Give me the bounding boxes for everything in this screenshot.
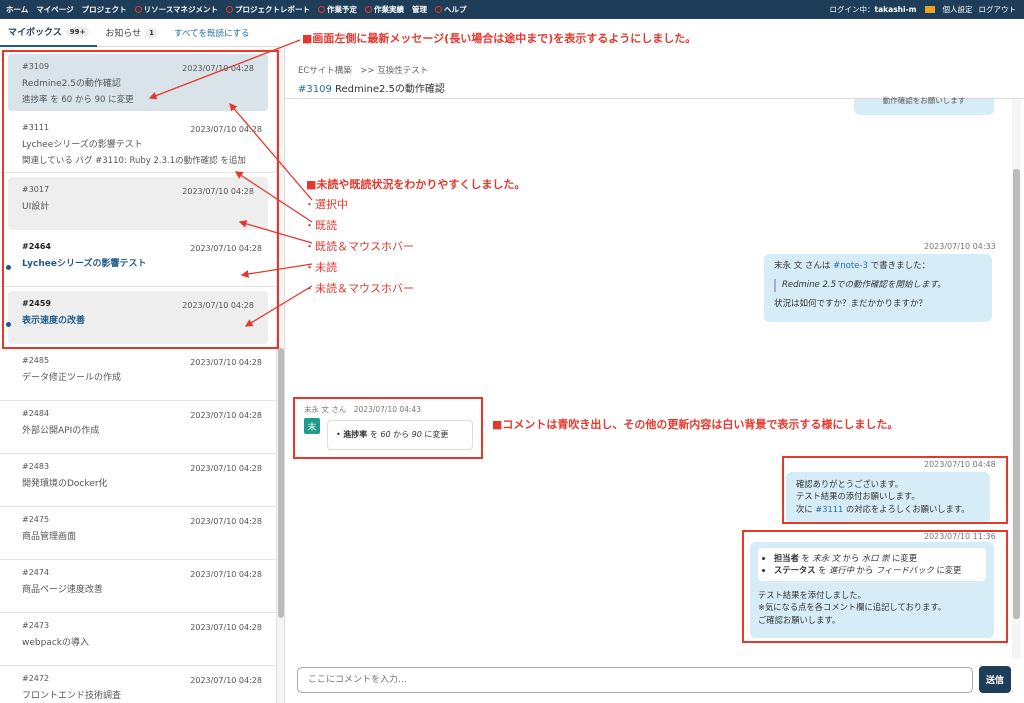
top-menu-bar: ホーム マイページ プロジェクト リソースマネジメント プロジェクトレポート 作… [0, 0, 1024, 19]
comment-input[interactable] [297, 667, 973, 693]
annotation-bullet: ・ [304, 240, 315, 253]
annotation-label-text: 既読＆マウスホバー [315, 240, 414, 253]
tab-notice-label: お知らせ [105, 29, 142, 39]
mark-all-read-link[interactable]: すべてを既読にする [166, 19, 257, 47]
comment-bubble: 末永 文 さんは #note-3 で書きました： Redmine 2.5での動作… [764, 254, 992, 322]
message-date: 2023/07/10 04:28 [190, 411, 262, 420]
comment-text: で書きました： [870, 261, 931, 271]
plugin-icon [134, 6, 142, 13]
annotation-text: ■コメントは青吹き出し、その他の更新内容は白い背景で表示する様にしました。 [492, 418, 899, 431]
list-item[interactable]: #2485 2023/07/10 04:28 データ修正ツールの作成 [0, 348, 276, 401]
tab-mailbox[interactable]: マイボックス 99+ [0, 19, 98, 47]
message-subject: 商品ページ速度改善 [22, 585, 103, 595]
annotation-label: ・選択中 [304, 196, 348, 212]
nav-help[interactable]: ヘルプ [435, 4, 467, 15]
annotation-label: ・既読＆マウスホバー [304, 238, 414, 254]
thread-scrollbar-thumb[interactable] [1013, 169, 1020, 619]
annotation-bullet: ・ [304, 282, 315, 295]
breadcrumb[interactable]: ECサイト構築 >> 互換性テスト [298, 64, 428, 76]
message-date: 2023/07/10 04:28 [190, 570, 262, 579]
annotation-label: ・未読 [304, 259, 337, 275]
message-date: 2023/07/10 04:28 [190, 517, 262, 526]
mail-icon[interactable] [924, 6, 935, 13]
annotation-label: ・未読＆マウスホバー [304, 280, 414, 296]
nav-home[interactable]: ホーム [6, 4, 28, 15]
annotation-label-text: 未読＆マウスホバー [315, 282, 414, 295]
nav-schedule[interactable]: 作業予定 [318, 4, 357, 15]
nav-resource-label: リソースマネジメント [143, 5, 219, 14]
nav-schedule-label: 作業予定 [327, 5, 358, 14]
annotation-bullet: ・ [304, 261, 315, 274]
list-item[interactable]: #2474 2023/07/10 04:28 商品ページ速度改善 [0, 560, 276, 613]
issue-number-link[interactable]: #3109 [298, 84, 332, 95]
annotation-bullet: ・ [304, 219, 315, 232]
nav-resource[interactable]: リソースマネジメント [134, 4, 219, 15]
login-user[interactable]: takashi-m [875, 5, 917, 14]
page-title: #3109 Redmine2.5の動作確認 [298, 80, 445, 95]
comment-quote: Redmine 2.5での動作確認を開始します。 [774, 278, 982, 292]
comment-timestamp: 2023/07/10 04:33 [924, 242, 996, 251]
comment-line: 末永 文 さんは #note-3 で書きました： [774, 260, 982, 273]
note-link[interactable]: #note-3 [833, 261, 868, 271]
nav-settings[interactable]: 個人設定 [943, 4, 973, 15]
mailbox-tabs: マイボックス 99+ お知らせ 1 すべてを既読にする [0, 19, 280, 47]
message-date: 2023/07/10 04:28 [190, 358, 262, 367]
plugin-icon [435, 6, 443, 13]
annotation-text: ■画面左側に最新メッセージ(長い場合は途中まで)を表示するようにしました。 [302, 32, 697, 45]
message-subject: フロントエンド技術調査 [22, 691, 122, 701]
panel-divider [284, 48, 285, 703]
tab-mailbox-label: マイボックス [8, 28, 62, 38]
notice-count-badge: 1 [145, 27, 159, 38]
annotation-label-text: 既読 [315, 219, 337, 232]
login-status: ログイン中：takashi-m [830, 4, 917, 15]
issue-title-text: Redmine2.5の動作確認 [335, 84, 445, 95]
nav-report-label: プロジェクトレポート [235, 5, 311, 14]
list-item[interactable]: #2475 2023/07/10 04:28 商品管理画面 [0, 507, 276, 560]
comment-bubble: 動作確認をお願いします [854, 96, 994, 115]
nav-logout[interactable]: ログアウト [979, 4, 1017, 15]
thread-scrollbar[interactable] [1012, 99, 1021, 659]
list-item[interactable]: #2483 2023/07/10 04:28 開発環境のDocker化 [0, 454, 276, 507]
annotation-frame [742, 530, 1008, 643]
annotation-bullet: ・ [304, 198, 315, 211]
message-date: 2023/07/10 04:28 [190, 464, 262, 473]
annotation-label-text: 未読 [315, 261, 337, 274]
annotation-frame [782, 456, 1008, 524]
login-label: ログイン中： [829, 5, 875, 14]
nav-actual-label: 作業実績 [374, 5, 405, 14]
message-date: 2023/07/10 04:28 [190, 676, 262, 685]
message-subject: 商品管理画面 [22, 532, 77, 542]
comment-text: 末永 文 さんは [774, 261, 831, 271]
plugin-icon [365, 6, 373, 13]
message-subject: webpackの導入 [22, 638, 89, 648]
tab-notice[interactable]: お知らせ 1 [97, 19, 166, 47]
mailbox-count-badge: 99+ [65, 26, 90, 37]
message-subject: データ修正ツールの作成 [22, 373, 122, 383]
annotation-label-text: 選択中 [315, 198, 348, 211]
nav-projects[interactable]: プロジェクト [82, 4, 127, 15]
nav-report[interactable]: プロジェクトレポート [226, 4, 310, 15]
annotation-label: ・既読 [304, 217, 337, 233]
annotation-frame [2, 50, 279, 349]
list-item[interactable]: #2472 2023/07/10 04:28 フロントエンド技術調査 [0, 666, 276, 703]
list-item[interactable]: #2484 2023/07/10 04:28 外部公開APIの作成 [0, 401, 276, 454]
plugin-icon [226, 6, 234, 13]
nav-admin[interactable]: 管理 [412, 4, 427, 15]
nav-actual[interactable]: 作業実績 [365, 4, 404, 15]
message-date: 2023/07/10 04:28 [190, 623, 262, 632]
annotation-frame [293, 397, 483, 459]
message-subject: 開発環境のDocker化 [22, 479, 108, 489]
annotation-text: ■未読や既読状況をわかりやすくしました。 [306, 178, 526, 191]
comment-text: 動作確認をお願いします [882, 96, 966, 105]
list-item[interactable]: #2473 2023/07/10 04:28 webpackの導入 [0, 613, 276, 666]
send-button[interactable]: 送信 [979, 666, 1011, 693]
nav-help-label: ヘルプ [444, 5, 467, 14]
message-subject: 外部公開APIの作成 [22, 426, 100, 436]
plugin-icon [318, 6, 326, 13]
comment-text: 状況は如何ですか？まだかかりますか？ [774, 298, 928, 309]
nav-mypage[interactable]: マイページ [36, 4, 73, 15]
